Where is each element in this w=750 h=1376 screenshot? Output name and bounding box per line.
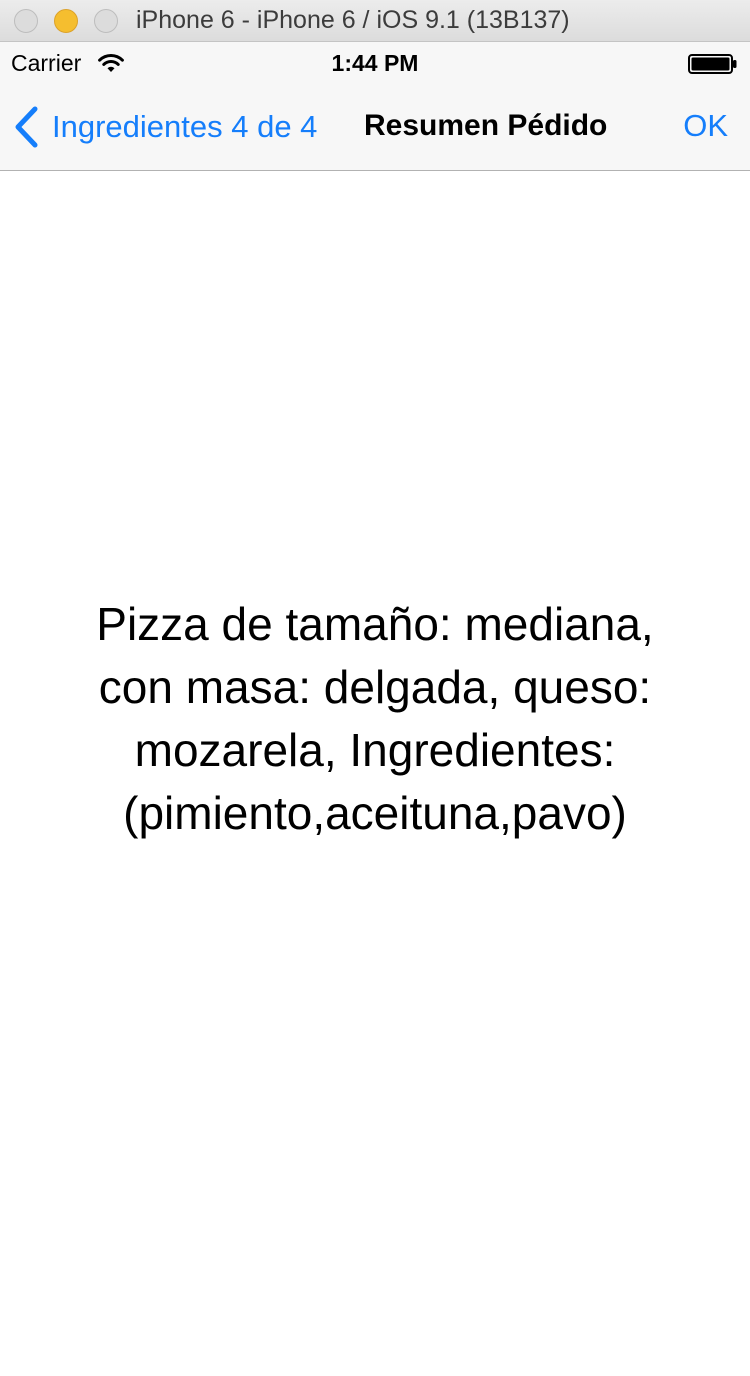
battery-icon [688, 54, 737, 74]
page-title: Resumen Pédido [364, 109, 608, 142]
close-window-button[interactable] [14, 9, 38, 33]
window-title: iPhone 6 - iPhone 6 / iOS 9.1 (13B137) [136, 6, 570, 34]
status-time: 1:44 PM [331, 50, 419, 76]
back-button[interactable]: Ingredientes 4 de 4 [12, 104, 317, 150]
chevron-left-icon [15, 106, 38, 148]
window-titlebar: iPhone 6 - iPhone 6 / iOS 9.1 (13B137) [0, 0, 750, 42]
content-area: Pizza de tamaño: mediana, con masa: delg… [0, 171, 750, 1376]
order-summary-text: Pizza de tamaño: mediana, con masa: delg… [96, 598, 654, 839]
ok-button[interactable]: OK [683, 108, 728, 144]
navigation-bar: Ingredientes 4 de 4 Resumen Pédido OK [0, 84, 750, 171]
zoom-window-button[interactable] [94, 9, 118, 33]
status-bar: Carrier 1:44 PM [0, 42, 750, 84]
minimize-window-button[interactable] [54, 9, 78, 33]
simulator-window: iPhone 6 - iPhone 6 / iOS 9.1 (13B137) C… [0, 0, 750, 1376]
back-button-label: Ingredientes 4 de 4 [52, 109, 318, 144]
